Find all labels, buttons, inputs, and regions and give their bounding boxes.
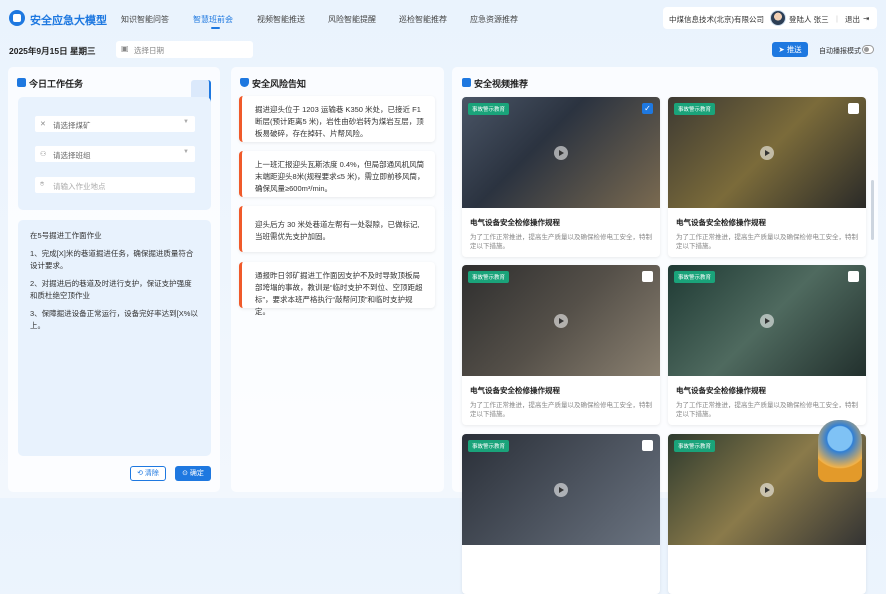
clear-label: 清除 bbox=[144, 470, 159, 477]
nav-video-push[interactable]: 视频智能推送 bbox=[257, 14, 305, 25]
risk-item: 掘进迎头位于 1203 运输巷 K350 米处，已接近 F1断层(预计距离5 米… bbox=[239, 96, 435, 142]
select-checkbox[interactable] bbox=[642, 440, 653, 451]
category-badge: 事故警示教育 bbox=[674, 271, 716, 283]
nav-inspection[interactable]: 巡检智能推荐 bbox=[399, 14, 447, 25]
scrollbar[interactable] bbox=[871, 180, 874, 240]
video-card[interactable]: 事故警示教育 电气设备安全检修操作规程为了工作正常推进，提高生产质量以及确保检修… bbox=[462, 265, 660, 425]
video-thumbnail[interactable]: 事故警示教育 ✓ bbox=[462, 97, 660, 208]
video-card[interactable]: 事故警示教育 电气设备安全检修操作规程为了工作正常推进，提高生产质量以及确保检修… bbox=[668, 97, 866, 257]
video-card[interactable]: 事故警示教育 bbox=[462, 434, 660, 594]
clipboard-icon bbox=[17, 78, 26, 87]
video-desc: 为了工作正常推进，提高生产质量以及确保检修电工安全，特制定以下措施。 bbox=[676, 402, 858, 418]
top-nav-bar: 安全应急大模型 知识智能问答 智慧班前会 视频智能推送 风险智能提醒 巡检智能推… bbox=[0, 0, 886, 36]
video-title: 电气设备安全检修操作规程 bbox=[676, 218, 766, 227]
category-badge: 事故警示教育 bbox=[468, 103, 510, 115]
location-input[interactable]: ⌾ 请输入作业地点 bbox=[35, 177, 195, 193]
location-placeholder: 请输入作业地点 bbox=[53, 182, 106, 191]
avatar[interactable] bbox=[770, 10, 786, 26]
select-checkbox[interactable]: ✓ bbox=[642, 103, 653, 114]
video-card[interactable]: 事故警示教育 电气设备安全检修操作规程为了工作正常推进，提高生产质量以及确保检修… bbox=[668, 265, 866, 425]
date-picker[interactable]: ▣ 选择日期 bbox=[116, 41, 253, 58]
play-icon[interactable] bbox=[554, 483, 568, 497]
play-icon[interactable] bbox=[760, 483, 774, 497]
confirm-button[interactable]: ⊙ 确定 bbox=[175, 466, 211, 481]
nav-risk-alert[interactable]: 风险智能提醒 bbox=[328, 14, 376, 25]
clear-button[interactable]: ⟲ 清除 bbox=[130, 466, 166, 481]
video-thumbnail[interactable]: 事故警示教育 bbox=[462, 434, 660, 545]
mine-icon: ✕ bbox=[40, 121, 46, 128]
date-placeholder: 选择日期 bbox=[134, 46, 164, 55]
task-line: 2、对掘进后的巷道及时进行支护，保证支护强度和质杜绝空顶作业 bbox=[30, 279, 192, 300]
select-checkbox[interactable] bbox=[848, 103, 859, 114]
risk-item: 迎头后方 30 米处巷道左帮有一处裂隙，已做标记,当班需优先支护加固。 bbox=[239, 206, 435, 252]
video-desc: 为了工作正常推进，提高生产质量以及确保检修电工安全，特制定以下措施。 bbox=[470, 402, 652, 418]
user-box: 中煤信息技术(北京)有限公司 登陆人 张三 | 退出 ⇥ bbox=[663, 7, 877, 29]
user-name: 登陆人 张三 bbox=[789, 15, 829, 24]
select-checkbox[interactable] bbox=[848, 271, 859, 282]
logout-button[interactable]: 退出 bbox=[845, 14, 860, 25]
video-desc: 为了工作正常推进，提高生产质量以及确保检修电工安全，特制定以下措施。 bbox=[676, 234, 858, 250]
nav-knowledge-qa[interactable]: 知识智能问答 bbox=[121, 14, 169, 25]
category-badge: 事故警示教育 bbox=[468, 271, 510, 283]
chevron-down-icon: ▼ bbox=[183, 119, 189, 125]
category-badge: 事故警示教育 bbox=[468, 440, 510, 452]
push-label: 推送 bbox=[786, 45, 802, 54]
send-icon: ➤ bbox=[778, 45, 787, 54]
nav-pre-shift-meeting[interactable]: 智慧班前会 bbox=[193, 14, 233, 25]
category-badge: 事故警示教育 bbox=[674, 103, 716, 115]
auto-broadcast-label: 自动播报模式 bbox=[819, 48, 861, 55]
video-card[interactable]: 事故警示教育 ✓ 电气设备安全检修操作规程为了工作正常推进，提高生产质量以及确保… bbox=[462, 97, 660, 257]
risk-item: 上一班汇报迎头瓦斯浓度 0.4%，但局部通风机风筒末端距迎头8米(规程要求≤5 … bbox=[239, 151, 435, 197]
video-title: 安全视频推荐 bbox=[474, 79, 529, 89]
play-icon[interactable] bbox=[554, 314, 568, 328]
mine-placeholder: 请选择煤矿 bbox=[53, 121, 91, 130]
active-nav-indicator bbox=[211, 27, 220, 29]
chevron-down-icon: ▼ bbox=[183, 149, 189, 155]
video-thumbnail[interactable]: 事故警示教育 bbox=[668, 97, 866, 208]
video-thumbnail[interactable]: 事故警示教育 bbox=[462, 265, 660, 376]
assistant-robot-icon[interactable] bbox=[818, 420, 862, 482]
shield-icon bbox=[240, 78, 249, 87]
team-select[interactable]: ⚇ 请选择班组 ▼ bbox=[35, 146, 195, 162]
mine-select[interactable]: ✕ 请选择煤矿 ▼ bbox=[35, 116, 195, 132]
team-placeholder: 请选择班组 bbox=[53, 151, 91, 160]
nav-emergency-resources[interactable]: 应急资源推荐 bbox=[470, 14, 518, 25]
company-name: 中煤信息技术(北京)有限公司 bbox=[669, 15, 764, 24]
video-title: 电气设备安全检修操作规程 bbox=[470, 218, 560, 227]
tasks-title: 今日工作任务 bbox=[29, 79, 84, 89]
auto-broadcast-toggle[interactable] bbox=[862, 45, 874, 54]
video-thumbnail[interactable]: 事故警示教育 bbox=[668, 265, 866, 376]
team-icon: ⚇ bbox=[40, 151, 47, 158]
location-pin-icon: ⌾ bbox=[40, 181, 45, 188]
logout-icon[interactable]: ⇥ bbox=[863, 14, 869, 23]
play-icon[interactable] bbox=[554, 146, 568, 160]
video-title: 电气设备安全检修操作规程 bbox=[470, 386, 560, 395]
push-button[interactable]: ➤ 推送 bbox=[772, 42, 808, 57]
play-icon[interactable] bbox=[760, 314, 774, 328]
task-line: 在5号掘进工作面作业 bbox=[30, 231, 102, 240]
risk-title: 安全风险告知 bbox=[252, 79, 307, 89]
category-badge: 事故警示教育 bbox=[674, 440, 716, 452]
current-date: 2025年9月15日 星期三 bbox=[9, 46, 96, 56]
play-icon[interactable] bbox=[760, 146, 774, 160]
confirm-label: 确定 bbox=[189, 470, 204, 477]
task-line: 3、保障掘进设备正常运行，设备完好率达到[X%以上。 bbox=[30, 309, 198, 330]
video-title: 电气设备安全检修操作规程 bbox=[676, 386, 766, 395]
logo-icon bbox=[9, 10, 25, 26]
task-line: 1、完成[X]米的巷道掘进任务，确保掘进质量符合设计要求。 bbox=[30, 249, 194, 270]
video-desc: 为了工作正常推进，提高生产质量以及确保检修电工安全，特制定以下措施。 bbox=[470, 234, 652, 250]
select-checkbox[interactable] bbox=[642, 271, 653, 282]
risk-item: 通报昨日邻矿掘进工作面因支护不及时导致顶板局部垮塌的事故，教训是“临时支护不到位… bbox=[239, 262, 435, 316]
video-icon bbox=[462, 78, 471, 87]
app-title: 安全应急大模型 bbox=[30, 15, 107, 27]
task-description[interactable]: 在5号掘进工作面作业 1、完成[X]米的巷道掘进任务，确保掘进质量符合设计要求。… bbox=[18, 220, 211, 456]
calendar-icon: ▣ bbox=[121, 44, 129, 53]
